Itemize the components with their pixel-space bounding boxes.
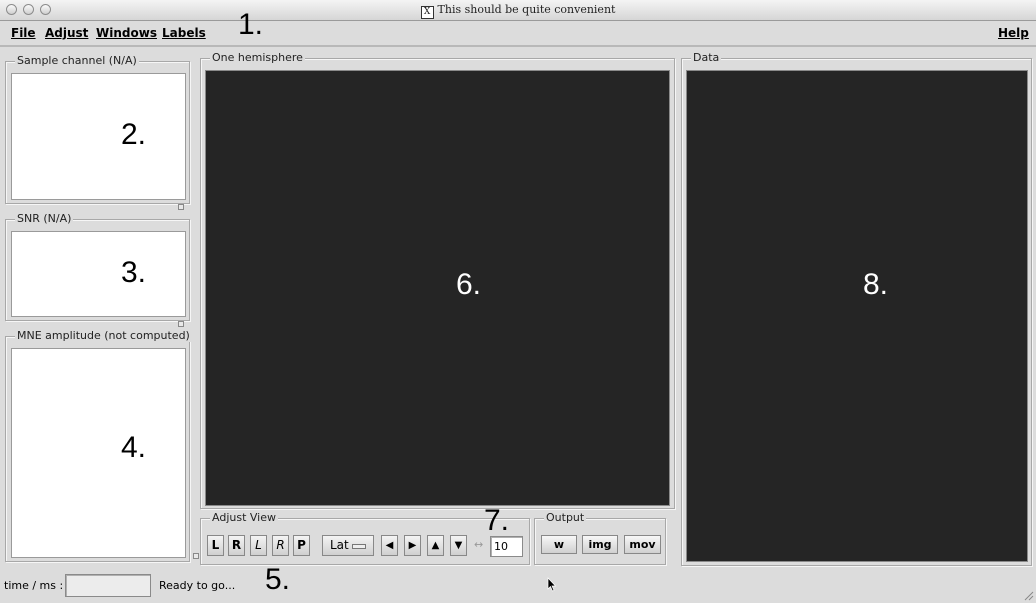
output-mov-button[interactable]: mov xyxy=(624,535,661,554)
output-w-button[interactable]: w xyxy=(541,535,577,554)
data-view[interactable] xyxy=(686,70,1028,562)
annotation-3: 3. xyxy=(121,256,147,289)
annotation-8: 8. xyxy=(863,268,889,301)
output-img-button[interactable]: img xyxy=(582,535,618,554)
menu-file[interactable]: File xyxy=(11,26,36,40)
annotation-1: 1. xyxy=(238,8,264,41)
resize-grip-icon[interactable] xyxy=(1022,589,1034,601)
up-arrow-icon[interactable]: ▲ xyxy=(427,535,444,556)
annotation-4: 4. xyxy=(121,431,147,464)
step-arrows-icon: ↔ xyxy=(474,538,484,551)
left-arrow-icon[interactable]: ◀ xyxy=(381,535,398,556)
snr-label: SNR (N/A) xyxy=(15,212,74,225)
snr-plot[interactable] xyxy=(11,231,186,317)
dropdown-indicator-icon xyxy=(352,544,366,549)
menu-adjust[interactable]: Adjust xyxy=(45,26,88,40)
pane-resize-handle[interactable] xyxy=(178,321,184,327)
view-right-medial-button[interactable]: R xyxy=(272,535,289,556)
output-label: Output xyxy=(544,511,587,524)
rotation-step-input[interactable] xyxy=(490,536,523,557)
view-posterior-button[interactable]: P xyxy=(293,535,310,556)
status-message: Ready to go... xyxy=(159,579,236,592)
menu-bar: File Adjust Windows Labels Help xyxy=(0,21,1036,47)
view-left-medial-button[interactable]: L xyxy=(250,535,267,556)
pane-resize-handle[interactable] xyxy=(193,553,199,559)
sample-channel-plot[interactable] xyxy=(11,73,186,200)
view-left-button[interactable]: L xyxy=(207,535,224,556)
annotation-7: 7. xyxy=(484,504,510,537)
data-label: Data xyxy=(691,51,722,64)
mne-amplitude-plot[interactable] xyxy=(11,348,186,558)
sample-channel-label: Sample channel (N/A) xyxy=(15,54,139,67)
menu-help[interactable]: Help xyxy=(998,26,1029,40)
time-input[interactable] xyxy=(65,574,151,597)
pane-resize-handle[interactable] xyxy=(178,204,184,210)
annotation-5: 5. xyxy=(265,563,291,596)
annotation-6: 6. xyxy=(456,268,482,301)
adjust-view-label: Adjust View xyxy=(210,511,278,524)
hemisphere-view[interactable] xyxy=(205,70,670,506)
annotation-2: 2. xyxy=(121,118,147,151)
down-arrow-icon[interactable]: ▼ xyxy=(450,535,467,556)
title-bar: X This should be quite convenient xyxy=(0,0,1036,21)
time-label: time / ms : xyxy=(4,579,64,592)
mne-amplitude-label: MNE amplitude (not computed) xyxy=(15,329,192,342)
right-arrow-icon[interactable]: ▶ xyxy=(404,535,421,556)
mouse-pointer-icon xyxy=(547,577,557,592)
window-title: X This should be quite convenient xyxy=(0,3,1036,19)
menu-windows[interactable]: Windows xyxy=(96,26,157,40)
x11-icon: X xyxy=(420,6,434,19)
hemisphere-label: One hemisphere xyxy=(210,51,305,64)
view-dropdown[interactable]: Lat xyxy=(322,535,374,556)
view-right-button[interactable]: R xyxy=(228,535,245,556)
menu-labels[interactable]: Labels xyxy=(162,26,206,40)
